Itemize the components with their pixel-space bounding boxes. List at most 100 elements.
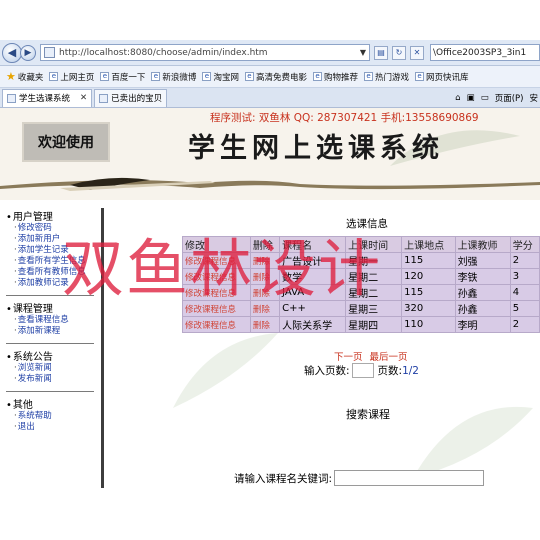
search-row: 请输入课程名关键词: (234, 470, 485, 486)
brush-stroke-divider (0, 177, 540, 191)
second-address-field[interactable]: \Office2003SP3_3in1 (430, 44, 540, 61)
welcome-badge: 欢迎使用 (22, 122, 110, 162)
menu-divider (6, 391, 94, 392)
forward-button[interactable]: ▶ (20, 44, 36, 61)
menu-item-logout[interactable]: 退出 (14, 422, 101, 433)
course-room-cell: 115 (401, 284, 456, 301)
section-title: 选课信息 (346, 218, 388, 230)
menu-group-other: 其他 系统帮助 退出 (6, 396, 101, 433)
course-time-cell: 星期二 (345, 268, 403, 285)
page-menu[interactable]: 页面(P) (495, 92, 524, 104)
favorites-bar: ★ 收藏夹 e 上网主页 e 百度一下 e 新浪微博 e 淘宝网 e 高清免费电影 e 购物推… (0, 66, 540, 88)
menu-group-courses: 课程管理 查看课程信息 添加新课程 (6, 300, 101, 337)
back-button[interactable]: ◀ (2, 42, 22, 63)
page-input-label: 输入页数: (304, 365, 350, 377)
search-input[interactable] (334, 470, 485, 486)
course-teacher-cell: 李铁 (454, 268, 511, 285)
page-count-value: 1/2 (402, 365, 419, 377)
menu-item-help[interactable]: 系统帮助 (14, 411, 101, 422)
second-address-text: \Office2003SP3_3in1 (433, 47, 527, 58)
delete-course-link[interactable]: 删除 (249, 252, 281, 269)
feeds-icon[interactable]: ▣ (467, 93, 475, 103)
menu-item-add-course[interactable]: 添加新课程 (14, 326, 101, 337)
site-icon: e (312, 72, 322, 81)
edit-course-link[interactable]: 修改课程信息 (182, 268, 251, 285)
favorites-button[interactable]: ★ 收藏夹 (6, 70, 43, 83)
page-number-input[interactable] (351, 363, 374, 378)
table-row: 修改课程信息 删除 数学 星期二 120 李铁 3 (182, 268, 540, 285)
favorite-link[interactable]: e 淘宝网 (202, 71, 239, 83)
course-name-cell: 广告设计 (279, 252, 347, 269)
column-header: 修改 (182, 236, 251, 253)
favorite-link[interactable]: e 高清免费电影 (244, 71, 307, 83)
table-header-row: 修改 删除 课程名 上课时间 上课地点 上课教师 学分 (182, 236, 540, 253)
column-header: 上课教师 (454, 236, 511, 253)
stop-icon[interactable]: ✕ (410, 45, 424, 60)
favorite-link[interactable]: e 网页快讯库 (415, 71, 469, 83)
refresh-icon[interactable]: ↻ (392, 45, 406, 60)
column-header: 上课地点 (401, 236, 456, 253)
favorite-link[interactable]: e 百度一下 (100, 71, 145, 83)
menu-item-add-student[interactable]: 添加学生记录 (14, 245, 101, 256)
site-icon: e (100, 72, 110, 81)
site-icon (99, 93, 109, 103)
menu-item-view-teachers[interactable]: 查看所有教师信息 (14, 267, 101, 278)
column-header: 上课时间 (345, 236, 403, 253)
table-row: 修改课程信息 删除 广告设计 星期一 115 刘强 2 (182, 252, 540, 269)
course-teacher-cell: 李明 (454, 316, 511, 333)
tab-sold-items[interactable]: 已卖出的宝贝 (94, 88, 168, 107)
menu-item-publish-news[interactable]: 发布新闻 (14, 374, 101, 385)
menu-item-view-courses[interactable]: 查看课程信息 (14, 315, 101, 326)
main-content: 选课信息 修改 删除 课程名 上课时间 上课地点 上课教师 学分 修改课程信息 … (108, 208, 540, 488)
favorite-link[interactable]: e 热门游戏 (363, 71, 409, 83)
column-header: 课程名 (279, 236, 347, 253)
course-time-cell: 星期四 (345, 316, 403, 333)
menu-divider (6, 295, 94, 296)
browser-window: ◀ ▶ http://localhost:8080/choose/admin/i… (0, 40, 540, 488)
menu-item-view-students[interactable]: 查看所有学生信息 (14, 256, 101, 267)
course-credit-cell: 5 (509, 300, 540, 317)
forward-arrow-icon: ▶ (24, 47, 32, 58)
course-room-cell: 120 (401, 268, 456, 285)
menu-title: 系统公告 (6, 348, 101, 363)
delete-course-link[interactable]: 删除 (249, 268, 281, 285)
menu-item-add-teacher[interactable]: 添加教师记录 (14, 278, 101, 289)
edit-course-link[interactable]: 修改课程信息 (182, 316, 251, 333)
address-input[interactable]: http://localhost:8080/choose/admin/index… (40, 44, 370, 61)
delete-course-link[interactable]: 删除 (249, 316, 281, 333)
edit-course-link[interactable]: 修改课程信息 (182, 252, 251, 269)
menu-item-change-password[interactable]: 修改密码 (14, 223, 101, 234)
favorite-link[interactable]: e 新浪微博 (151, 71, 196, 83)
address-bar-row: ◀ ▶ http://localhost:8080/choose/admin/i… (0, 40, 540, 66)
compat-view-icon[interactable]: ▤ (374, 45, 388, 60)
column-header: 学分 (509, 236, 540, 253)
last-page-link[interactable]: 最后一页 (370, 352, 408, 363)
safety-menu[interactable]: 安 (529, 92, 538, 104)
course-credit-cell: 2 (509, 316, 540, 333)
site-icon: e (202, 72, 212, 81)
contact-info: 程序测试: 双鱼林 QQ: 287307421 手机:13558690869 (210, 112, 479, 124)
edit-course-link[interactable]: 修改课程信息 (182, 284, 251, 301)
page-count: 页数:1/2 (378, 363, 419, 378)
course-teacher-cell: 刘强 (454, 252, 511, 269)
home-icon[interactable]: ⌂ (455, 93, 460, 103)
delete-course-link[interactable]: 删除 (249, 300, 281, 317)
tab-student-course-system[interactable]: 学生选课系统 ✕ (2, 88, 93, 107)
print-icon[interactable]: ▭ (481, 93, 489, 103)
menu-item-add-user[interactable]: 添加新用户 (14, 234, 101, 245)
favorite-link[interactable]: e 上网主页 (49, 71, 94, 83)
search-label: 请输入课程名关键词: (234, 472, 333, 485)
menu-group-users: 用户管理 修改密码 添加新用户 添加学生记录 查看所有学生信息 查看所有教师信息… (6, 208, 101, 289)
site-icon: e (49, 72, 59, 81)
edit-course-link[interactable]: 修改课程信息 (182, 300, 251, 317)
delete-course-link[interactable]: 删除 (249, 284, 281, 301)
site-icon: e (415, 72, 424, 81)
close-icon[interactable]: ✕ (80, 93, 87, 103)
course-credit-cell: 3 (509, 268, 540, 285)
menu-group-announcements: 系统公告 浏览新闻 发布新闻 (6, 348, 101, 385)
favorite-link[interactable]: e 购物推荐 (312, 71, 358, 83)
course-room-cell: 320 (401, 300, 456, 317)
next-page-link[interactable]: 下一页 (334, 352, 363, 363)
menu-item-browse-news[interactable]: 浏览新闻 (14, 363, 101, 374)
address-dropdown-icon[interactable]: ▼ (357, 48, 369, 57)
